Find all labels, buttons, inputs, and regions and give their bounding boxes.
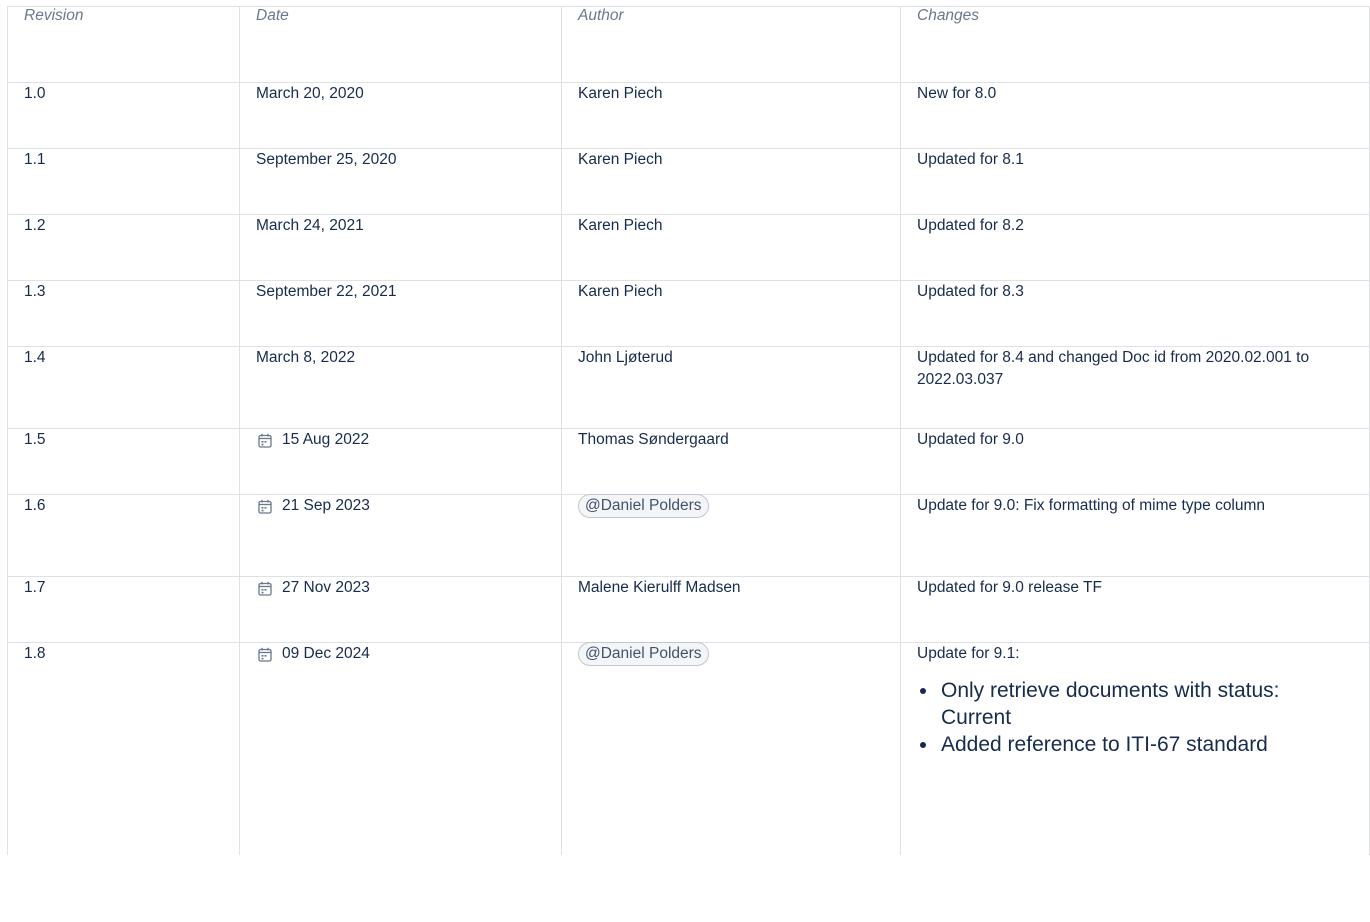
- table-header-row: Revision Date Author Changes: [7, 6, 1370, 83]
- cell-author: Karen Piech: [561, 280, 901, 347]
- cell-revision: 1.5: [7, 428, 240, 495]
- header-author: Author: [561, 6, 901, 83]
- cell-changes: Updated for 9.0: [900, 428, 1370, 495]
- cell-date: March 24, 2021: [239, 214, 562, 281]
- list-item: Added reference to ITI-67 standard: [939, 731, 1353, 758]
- header-date: Date: [239, 6, 562, 83]
- date-lozenge[interactable]: 27 Nov 2023: [256, 577, 370, 599]
- cell-changes: Update for 9.0: Fix formatting of mime t…: [900, 494, 1370, 577]
- table-row: 1.2 March 24, 2021 Karen Piech Updated f…: [7, 214, 1370, 281]
- cell-revision: 1.1: [7, 148, 240, 215]
- table-row: 1.5 15 Aug 2022 Thomas Søndergaard Updat…: [7, 428, 1370, 495]
- cell-revision: 1.4: [7, 346, 240, 429]
- cell-author: Karen Piech: [561, 82, 901, 149]
- cell-changes: Update for 9.1: Only retrieve documents …: [900, 642, 1370, 855]
- date-text: 09 Dec 2024: [282, 645, 370, 662]
- date-text: 15 Aug 2022: [282, 431, 370, 448]
- cell-changes: New for 8.0: [900, 82, 1370, 149]
- cell-author: Thomas Søndergaard: [561, 428, 901, 495]
- table-row: 1.8 09 Dec 2024 @Daniel Polders Update f…: [7, 642, 1370, 855]
- table-row: 1.1 September 25, 2020 Karen Piech Updat…: [7, 148, 1370, 215]
- header-revision: Revision: [7, 6, 240, 83]
- cell-revision: 1.8: [7, 642, 240, 855]
- cell-date: March 8, 2022: [239, 346, 562, 429]
- cell-changes: Updated for 8.2: [900, 214, 1370, 281]
- changes-list: Only retrieve documents with status: Cur…: [917, 677, 1353, 758]
- cell-revision: 1.0: [7, 82, 240, 149]
- date-lozenge[interactable]: 09 Dec 2024: [256, 643, 370, 665]
- revision-history-table: Revision Date Author Changes 1.0 March 2…: [7, 6, 1370, 855]
- cell-changes: Updated for 8.4 and changed Doc id from …: [900, 346, 1370, 429]
- cell-date: September 25, 2020: [239, 148, 562, 215]
- table-row: 1.4 March 8, 2022 John Ljøterud Updated …: [7, 346, 1370, 429]
- table-row: 1.0 March 20, 2020 Karen Piech New for 8…: [7, 82, 1370, 149]
- table-row: 1.7 27 Nov 2023 Malene Kierulff Madsen U…: [7, 576, 1370, 643]
- cell-date: 09 Dec 2024: [239, 642, 562, 855]
- cell-author: John Ljøterud: [561, 346, 901, 429]
- cell-date: September 22, 2021: [239, 280, 562, 347]
- calendar-icon: [258, 499, 272, 514]
- cell-changes: Updated for 8.1: [900, 148, 1370, 215]
- date-text: 21 Sep 2023: [282, 497, 370, 514]
- cell-revision: 1.3: [7, 280, 240, 347]
- cell-date: March 20, 2020: [239, 82, 562, 149]
- list-item: Only retrieve documents with status: Cur…: [939, 677, 1353, 731]
- cell-revision: 1.2: [7, 214, 240, 281]
- calendar-icon: [258, 581, 272, 596]
- cell-author: Karen Piech: [561, 148, 901, 215]
- calendar-icon: [258, 647, 272, 662]
- changes-intro: Update for 9.1:: [917, 645, 1020, 662]
- cell-changes: Updated for 9.0 release TF: [900, 576, 1370, 643]
- header-changes: Changes: [900, 6, 1370, 83]
- cell-author: Malene Kierulff Madsen: [561, 576, 901, 643]
- cell-date: 27 Nov 2023: [239, 576, 562, 643]
- date-lozenge[interactable]: 21 Sep 2023: [256, 495, 370, 517]
- calendar-icon: [258, 433, 272, 448]
- user-mention[interactable]: @Daniel Polders: [578, 642, 709, 666]
- cell-date: 21 Sep 2023: [239, 494, 562, 577]
- cell-revision: 1.7: [7, 576, 240, 643]
- user-mention[interactable]: @Daniel Polders: [578, 494, 709, 518]
- cell-changes: Updated for 8.3: [900, 280, 1370, 347]
- cell-author: @Daniel Polders: [561, 494, 901, 577]
- date-text: 27 Nov 2023: [282, 579, 370, 596]
- table-row: 1.6 21 Sep 2023 @Daniel Polders Update f…: [7, 494, 1370, 577]
- cell-author: Karen Piech: [561, 214, 901, 281]
- page: Revision Date Author Changes 1.0 March 2…: [0, 0, 1370, 922]
- cell-date: 15 Aug 2022: [239, 428, 562, 495]
- cell-revision: 1.6: [7, 494, 240, 577]
- cell-author: @Daniel Polders: [561, 642, 901, 855]
- date-lozenge[interactable]: 15 Aug 2022: [256, 429, 369, 451]
- table-row: 1.3 September 22, 2021 Karen Piech Updat…: [7, 280, 1370, 347]
